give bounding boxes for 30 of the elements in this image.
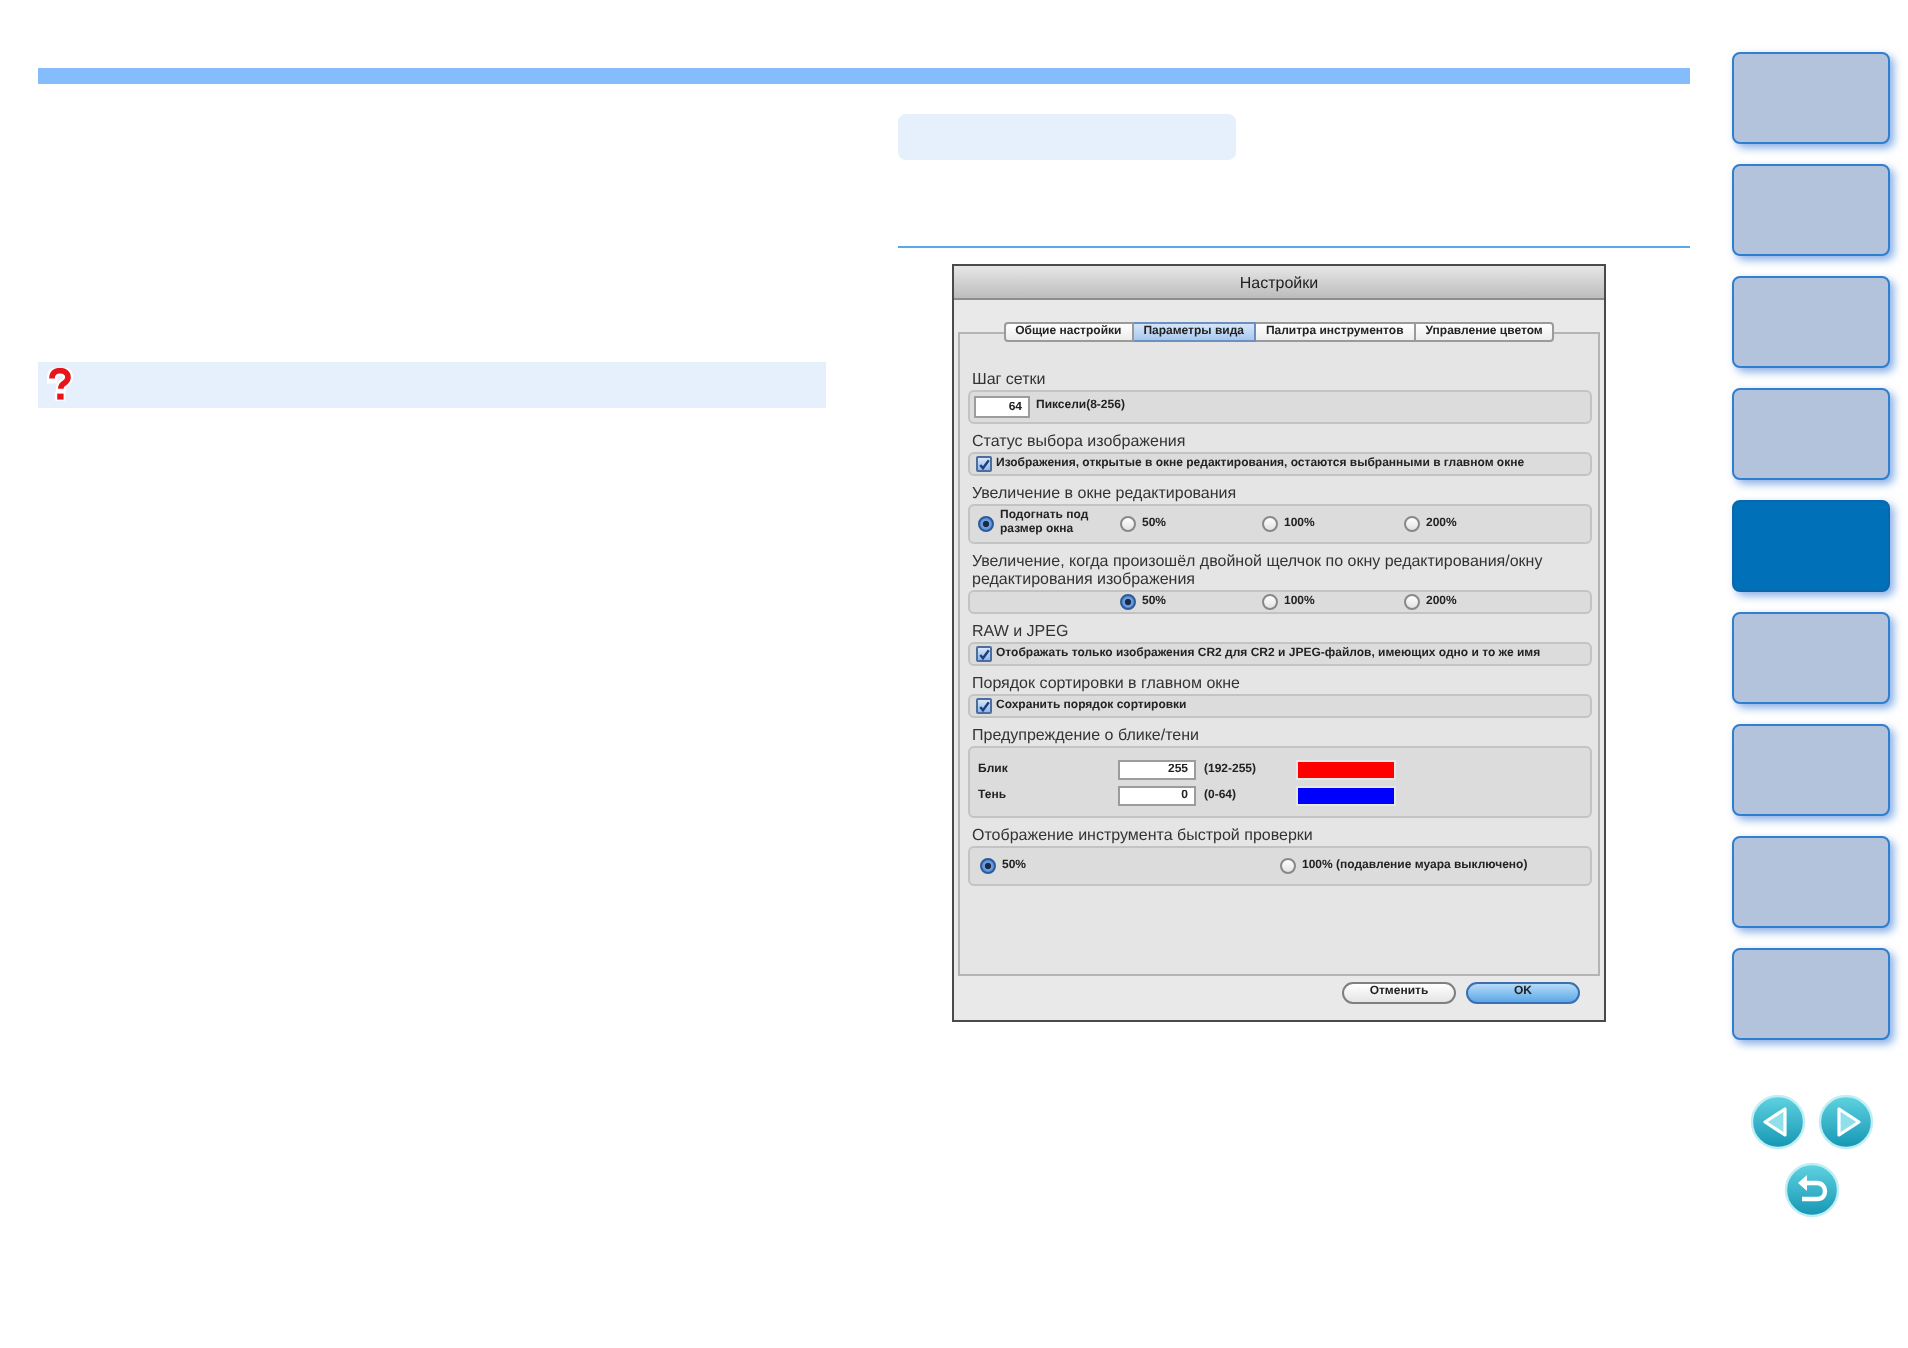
group-heading: RAW и JPEG bbox=[970, 622, 1071, 640]
radio-button[interactable] bbox=[980, 858, 996, 874]
radio-button[interactable] bbox=[1120, 516, 1136, 532]
sidebar-tab[interactable] bbox=[1732, 948, 1890, 1040]
sidebar-tab[interactable] bbox=[1732, 612, 1890, 704]
checkbox[interactable] bbox=[976, 646, 992, 662]
radio-button[interactable] bbox=[1404, 516, 1420, 532]
group-heading: Порядок сортировки в главном окне bbox=[970, 674, 1243, 692]
group-heading: Статус выбора изображения bbox=[970, 432, 1188, 450]
window-title: Настройки bbox=[1239, 273, 1319, 291]
group-heading: Шаг сетки bbox=[970, 370, 1048, 388]
radio-button[interactable] bbox=[1404, 594, 1420, 610]
group-heading: Увеличение, когда произошёл двойной щелчок по окну редактирования/окну редактирования изображения bbox=[970, 552, 1545, 588]
radio-button[interactable] bbox=[1262, 516, 1278, 532]
sidebar-tab[interactable] bbox=[1732, 724, 1890, 816]
sidebar-tab[interactable] bbox=[1732, 52, 1890, 144]
question-icon bbox=[46, 368, 74, 402]
checkbox[interactable] bbox=[976, 456, 992, 472]
group-heading: Предупреждение о блике/тени bbox=[970, 726, 1202, 744]
sidebar-tab[interactable] bbox=[1732, 164, 1890, 256]
radio-button[interactable] bbox=[1280, 858, 1296, 874]
sidebar-tab[interactable] bbox=[1732, 276, 1890, 368]
sidebar-tab[interactable] bbox=[1732, 836, 1890, 928]
group-heading: Увеличение в окне редактирования bbox=[970, 484, 1239, 502]
radio-button[interactable] bbox=[1120, 594, 1136, 610]
checkbox[interactable] bbox=[976, 698, 992, 714]
radio-button[interactable] bbox=[1262, 594, 1278, 610]
group-heading: Отображение инструмента быстрой проверки bbox=[970, 826, 1315, 844]
sidebar-tab[interactable] bbox=[1732, 388, 1890, 480]
radio-button[interactable] bbox=[978, 516, 994, 532]
